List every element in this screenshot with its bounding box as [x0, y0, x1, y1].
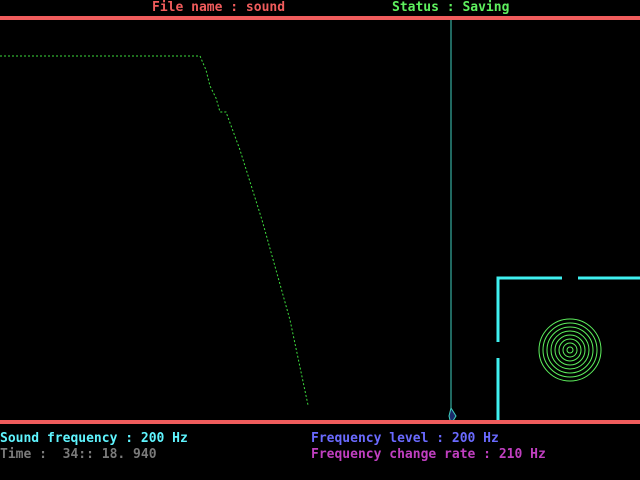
bottom-bar — [0, 420, 640, 424]
frequency-change-rate-readout: Frequency change rate : 210 Hz — [311, 447, 546, 462]
time-readout: Time : 34:: 18. 940 — [0, 447, 157, 462]
sound-frequency-readout: Sound frequency : 200 Hz — [0, 431, 188, 446]
cursor-handle-icon[interactable] — [448, 406, 457, 420]
frequency-level-readout: Frequency level : 200 Hz — [311, 431, 499, 446]
oscilloscope-panel — [0, 20, 640, 420]
sound-source-box — [496, 276, 640, 420]
frequency-trace-line — [0, 55, 309, 406]
sound-wave-rings-icon — [538, 318, 602, 382]
